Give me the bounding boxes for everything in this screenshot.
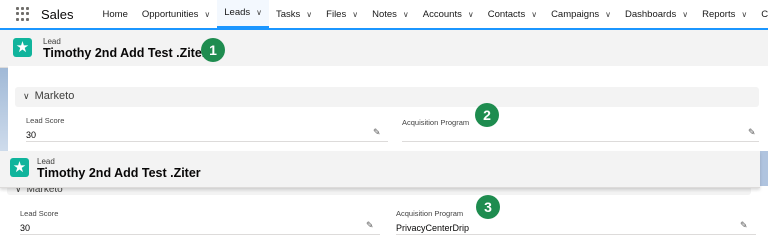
record-header-sticky: ★ Lead Timothy 2nd Add Test .Ziter [0, 151, 760, 188]
section-title: Marketo [34, 90, 75, 102]
lead-score-value: 30 [26, 130, 37, 140]
nav-item-label: Campaigns [551, 8, 600, 20]
background-strip [0, 66, 8, 152]
app-launcher-icon[interactable] [16, 7, 29, 21]
chevron-down-icon[interactable]: ∨ [352, 10, 358, 19]
edit-pencil-icon[interactable]: ✎ [740, 220, 748, 231]
nav-item-label: Dashboards [624, 8, 677, 20]
detail-panel: ∨ Marketo Lead Score 30 ✎ Acquisition Pro… [0, 186, 768, 241]
record-header: ★ Lead Timothy 2nd Add Test .Ziter [0, 30, 768, 68]
field-divider [402, 141, 759, 142]
nav-item-leads[interactable]: Leads ∨ [217, 0, 269, 28]
nav-item-label: Leads [224, 7, 251, 18]
nav-item-label: Reports [702, 8, 736, 20]
object-label: Lead [43, 37, 61, 46]
chevron-down-icon[interactable]: ∨ [741, 10, 747, 19]
edit-pencil-icon[interactable]: ✎ [748, 127, 756, 138]
annotation-badge-2: 2 [475, 103, 499, 127]
edit-pencil-icon[interactable]: ✎ [373, 127, 381, 138]
nav-item-label: Tasks [276, 8, 301, 20]
nav-item-label: Notes [372, 8, 397, 20]
chevron-down-icon[interactable]: ∨ [403, 10, 409, 19]
chevron-down-icon[interactable]: ∨ [204, 10, 210, 19]
chevron-down-icon[interactable]: ∨ [306, 10, 312, 19]
lead-icon: ★ [13, 38, 32, 57]
section-header-marketo[interactable]: ∨ Marketo [15, 87, 759, 107]
nav-item-notes[interactable]: Notes ∨ [365, 0, 416, 28]
annotation-badge-1: 1 [201, 38, 225, 62]
nav-item-label: Chatter [761, 8, 768, 20]
nav-item-tasks[interactable]: Tasks ∨ [269, 0, 319, 28]
field-divider [26, 141, 388, 142]
nav-item-home[interactable]: Home [96, 0, 135, 28]
acquisition-program-value: PrivacyCenterDrip [396, 223, 470, 233]
object-label: Lead [37, 157, 55, 166]
field-divider [20, 234, 380, 235]
field-divider [396, 234, 756, 235]
acquisition-program-label: Acquisition Program [396, 209, 464, 218]
lead-score-label: Lead Score [26, 116, 65, 125]
chevron-down-icon[interactable]: ∨ [256, 8, 262, 17]
lead-score-label: Lead Score [20, 209, 59, 218]
nav-item-accounts[interactable]: Accounts ∨ [416, 0, 481, 28]
nav-item-opportunities[interactable]: Opportunities ∨ [135, 0, 217, 28]
chevron-down-icon: ∨ [23, 91, 30, 101]
app-name: Sales [41, 6, 74, 22]
nav-item-contacts[interactable]: Contacts ∨ [481, 0, 544, 28]
nav-item-reports[interactable]: Reports ∨ [695, 0, 754, 28]
lead-icon: ★ [10, 158, 29, 177]
chevron-down-icon[interactable]: ∨ [468, 10, 474, 19]
nav-item-label: Opportunities [141, 8, 199, 20]
record-name: Timothy 2nd Add Test .Ziter [37, 166, 201, 180]
nav-item-label: Files [326, 8, 347, 20]
chevron-down-icon[interactable]: ∨ [605, 10, 611, 19]
nav-items: Home Opportunities ∨ Leads ∨ Tasks ∨ Files ∨ Note… [96, 0, 768, 28]
chevron-down-icon[interactable]: ∨ [531, 10, 537, 19]
nav-item-label: Contacts [487, 8, 526, 20]
annotation-badge-3: 3 [476, 195, 500, 219]
nav-item-campaigns[interactable]: Campaigns ∨ [544, 0, 618, 28]
nav-item-chatter[interactable]: Chatter [754, 0, 768, 28]
lead-score-value: 30 [20, 223, 31, 233]
edit-pencil-icon[interactable]: ✎ [366, 220, 374, 231]
acquisition-program-label: Acquisition Program [402, 118, 470, 127]
top-nav: Sales Home Opportunities ∨ Leads ∨ Tasks ∨ File… [0, 0, 768, 30]
nav-item-dashboards[interactable]: Dashboards ∨ [618, 0, 695, 28]
nav-item-files[interactable]: Files ∨ [319, 0, 365, 28]
chevron-down-icon[interactable]: ∨ [682, 10, 688, 19]
nav-item-label: Accounts [422, 8, 462, 20]
record-name: Timothy 2nd Add Test .Ziter [43, 46, 207, 60]
detail-panel: ∨ Marketo Lead Score 30 ✎ Acquisition Pro… [8, 66, 768, 151]
nav-item-label: Home [102, 8, 128, 20]
